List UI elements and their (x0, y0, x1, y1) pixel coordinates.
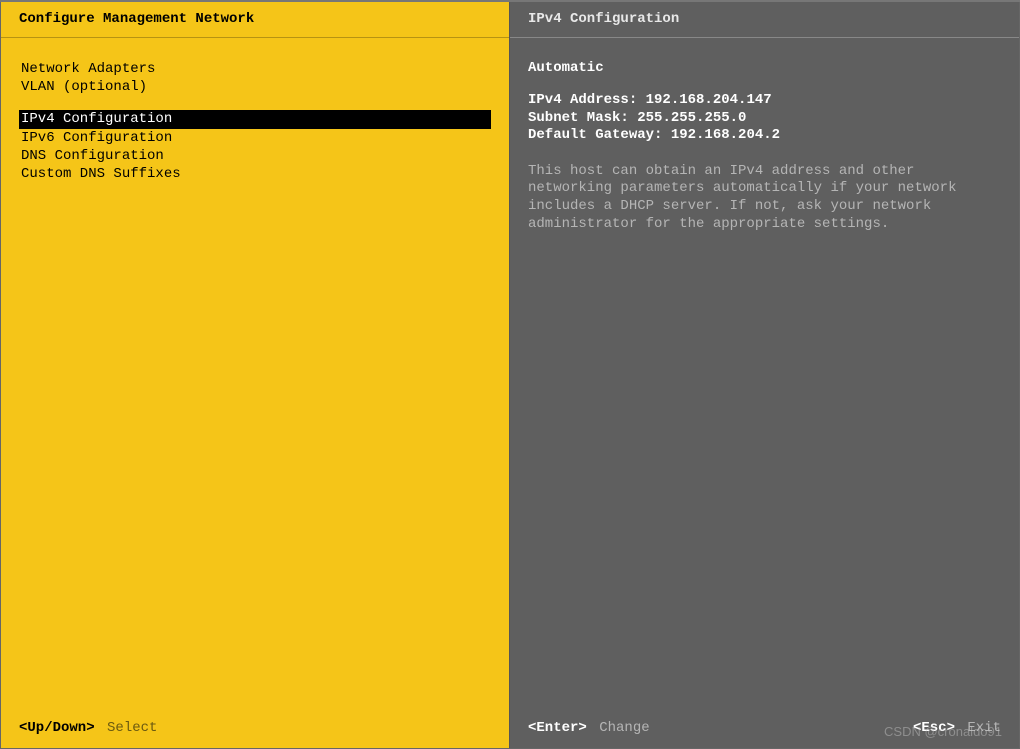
menu-item-dns-configuration[interactable]: DNS Configuration (19, 147, 491, 165)
hint-esc: <Esc> Exit (913, 720, 1001, 736)
menu-item-ipv4-configuration[interactable]: IPv4 Configuration (19, 110, 491, 128)
left-panel-title: Configure Management Network (1, 1, 509, 38)
dcui-container: Configure Management Network Network Ada… (0, 0, 1020, 749)
default-gateway-value: 192.168.204.2 (671, 127, 780, 143)
right-panel-title: IPv4 Configuration (510, 1, 1019, 38)
ipv4-address-line: IPv4 Address: 192.168.204.147 (528, 92, 1001, 110)
subnet-mask-line: Subnet Mask: 255.255.255.0 (528, 110, 1001, 128)
default-gateway-label: Default Gateway: (528, 127, 662, 143)
menu-item-custom-dns-suffixes[interactable]: Custom DNS Suffixes (19, 165, 491, 183)
action-select: Select (107, 720, 157, 736)
key-esc: <Esc> (913, 720, 955, 736)
config-description: This host can obtain an IPv4 address and… (528, 163, 1001, 235)
ipv4-address-value: 192.168.204.147 (646, 92, 772, 108)
default-gateway-line: Default Gateway: 192.168.204.2 (528, 127, 1001, 145)
menu-item-ipv6-configuration[interactable]: IPv6 Configuration (19, 129, 491, 147)
detail-body: Automatic IPv4 Address: 192.168.204.147 … (510, 38, 1019, 710)
menu-item-network-adapters[interactable]: Network Adapters (19, 60, 491, 78)
action-change: Change (599, 720, 649, 736)
ipv4-address-label: IPv4 Address: (528, 92, 637, 108)
subnet-mask-value: 255.255.255.0 (637, 110, 746, 126)
config-mode: Automatic (528, 60, 1001, 76)
action-exit: Exit (967, 720, 1001, 736)
left-panel: Configure Management Network Network Ada… (1, 1, 510, 748)
hint-enter: <Enter> Change (528, 720, 650, 736)
left-footer: <Up/Down> Select (1, 710, 509, 748)
key-updown: <Up/Down> (19, 720, 95, 736)
menu-group-1: Network Adapters VLAN (optional) (19, 60, 491, 96)
hint-updown: <Up/Down> Select (19, 720, 157, 736)
menu-list: Network Adapters VLAN (optional) IPv4 Co… (1, 38, 509, 710)
right-panel: IPv4 Configuration Automatic IPv4 Addres… (510, 1, 1019, 748)
menu-group-2: IPv4 Configuration IPv6 Configuration DN… (19, 110, 491, 183)
key-enter: <Enter> (528, 720, 587, 736)
subnet-mask-label: Subnet Mask: (528, 110, 629, 126)
right-footer: <Enter> Change <Esc> Exit (510, 710, 1019, 748)
menu-item-vlan[interactable]: VLAN (optional) (19, 78, 491, 96)
